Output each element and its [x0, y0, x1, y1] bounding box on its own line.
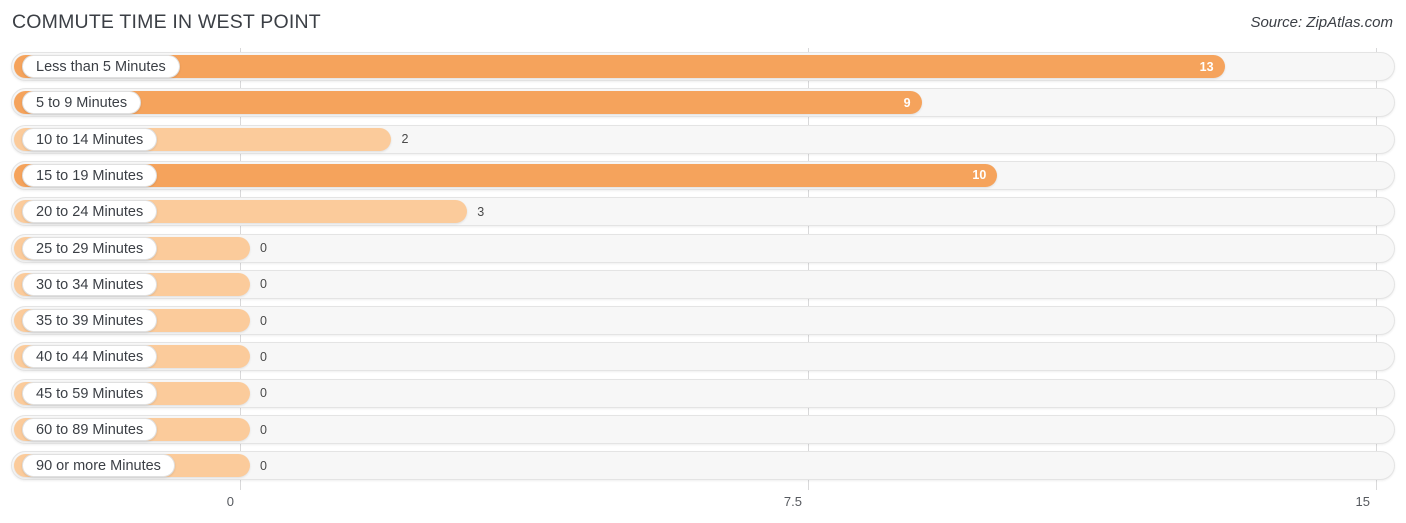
bar[interactable]: 10 — [14, 163, 998, 187]
chart-plot-area: 13 Less than 5 Minutes 9 5 to 9 Minutes 2 10 … — [0, 46, 1406, 490]
bar-value-label: 0 — [260, 422, 267, 437]
bar-value-label: 0 — [260, 458, 267, 473]
source-attribution: Source: ZipAtlas.com — [1250, 14, 1393, 31]
table-row[interactable]: 0 30 to 34 Minutes — [11, 269, 1395, 299]
category-label: 10 to 14 Minutes — [22, 127, 158, 151]
category-label: 20 to 24 Minutes — [22, 200, 158, 224]
category-label: 90 or more Minutes — [22, 454, 175, 478]
axis-tick-label: 15 — [1355, 494, 1370, 509]
bar-value-label: 0 — [260, 386, 267, 401]
chart-header: COMMUTE TIME IN WEST POINT Source: ZipAt… — [0, 0, 1406, 46]
table-row[interactable]: 0 60 to 89 Minutes — [11, 415, 1395, 444]
bar-value-label: 13 — [1199, 59, 1214, 74]
bar-value-label: 3 — [477, 204, 485, 219]
bar[interactable]: 9 — [14, 91, 922, 115]
axis-tick-label: 7.5 — [783, 494, 802, 509]
x-axis: 0 7.5 15 — [0, 490, 1406, 523]
table-row[interactable]: 13 Less than 5 Minutes — [11, 52, 1395, 81]
table-row[interactable]: 0 25 to 29 Minutes — [11, 233, 1395, 263]
category-label: 15 to 19 Minutes — [22, 163, 158, 187]
table-row[interactable]: 3 20 to 24 Minutes — [11, 197, 1395, 227]
table-row[interactable]: 0 90 or more Minutes — [11, 451, 1395, 481]
table-row[interactable]: 0 40 to 44 Minutes — [11, 342, 1395, 372]
category-label: 35 to 39 Minutes — [22, 309, 158, 333]
table-row[interactable]: 10 15 to 19 Minutes — [11, 160, 1395, 190]
bar-value-label: 0 — [260, 349, 267, 364]
category-label: 5 to 9 Minutes — [22, 91, 142, 115]
category-label: 45 to 59 Minutes — [22, 381, 158, 405]
bar-value-label: 0 — [260, 241, 267, 255]
bar-value-label: 0 — [260, 277, 267, 292]
table-row[interactable]: 9 5 to 9 Minutes — [11, 88, 1395, 118]
table-row[interactable]: 0 45 to 59 Minutes — [11, 378, 1395, 408]
axis-tick-label: 0 — [226, 494, 234, 509]
bar-value-label: 0 — [260, 313, 267, 328]
bar[interactable]: 13 — [14, 55, 1225, 78]
category-label: 30 to 34 Minutes — [22, 272, 158, 296]
category-label: 40 to 44 Minutes — [22, 345, 158, 369]
table-row[interactable]: 2 10 to 14 Minutes — [11, 124, 1395, 154]
page-title: COMMUTE TIME IN WEST POINT — [12, 11, 321, 33]
category-label: 25 to 29 Minutes — [22, 236, 158, 260]
category-label: Less than 5 Minutes — [22, 55, 180, 78]
table-row[interactable]: 0 35 to 39 Minutes — [11, 306, 1395, 336]
bar-value-label: 9 — [903, 95, 911, 110]
bar-value-label: 10 — [972, 168, 987, 183]
bar-value-label: 2 — [401, 132, 409, 147]
category-label: 60 to 89 Minutes — [22, 418, 158, 441]
